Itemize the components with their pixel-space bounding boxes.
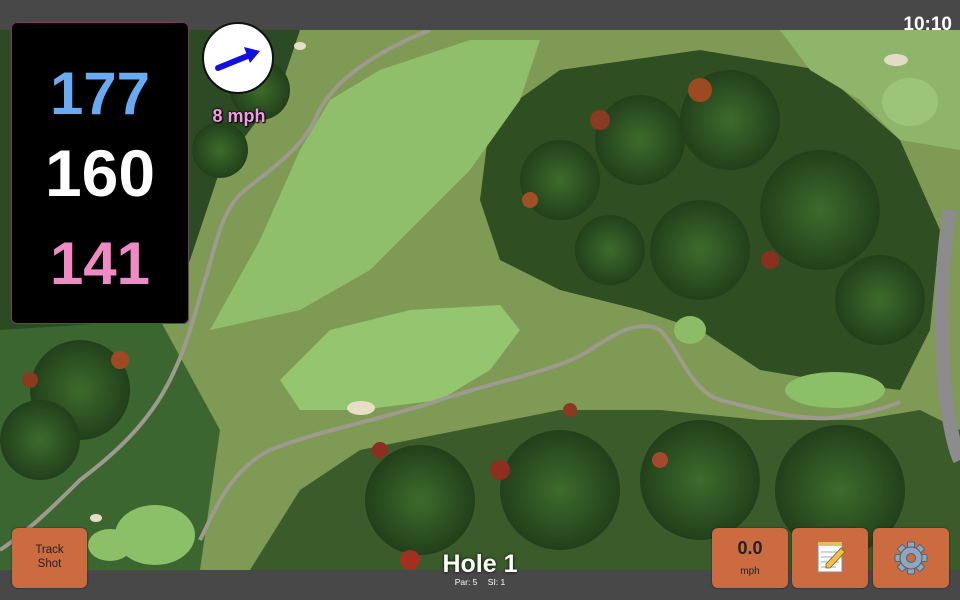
wind-speed-label: 8 mph (212, 106, 266, 126)
hole-title: Hole 1 (442, 550, 518, 578)
track-shot-button[interactable]: Track Shot (12, 528, 87, 588)
settings-button[interactable] (873, 528, 949, 588)
front-distance: 141 (49, 230, 151, 297)
clock: 10:10 (903, 14, 952, 35)
hole-par: Par: 5 (454, 577, 478, 587)
track-shot-label-line2: Shot (37, 558, 62, 570)
track-shot-label-line1: Track (35, 544, 64, 556)
notepad-icon (817, 542, 846, 573)
back-distance: 177 (49, 60, 151, 127)
wind-speed-button[interactable]: 0.0 mph (712, 528, 788, 588)
hole-meta: Par: 5 SI: 1 (380, 577, 580, 587)
notes-button[interactable] (792, 528, 868, 588)
wind-speed-value: 0.0 (737, 538, 763, 558)
distance-panel: 177 160 141 (11, 22, 189, 324)
wind-speed-unit: mph (740, 566, 760, 577)
hole-stroke-index: SI: 1 (487, 577, 506, 587)
wind-direction-arrow-icon (215, 47, 260, 71)
middle-distance: 160 (44, 136, 156, 210)
gear-icon (894, 541, 928, 575)
wind-indicator (202, 22, 274, 94)
